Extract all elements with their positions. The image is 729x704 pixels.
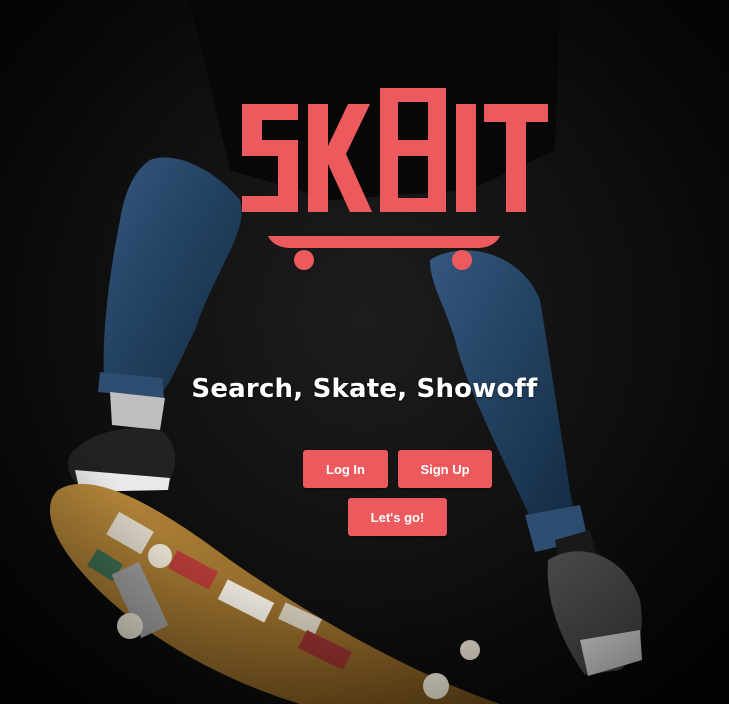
- skateboard-icon: [268, 236, 500, 270]
- hero-section: Search, Skate, Showoff Log In Sign Up Le…: [0, 0, 729, 704]
- signup-button[interactable]: Sign Up: [398, 450, 492, 488]
- login-button[interactable]: Log In: [303, 450, 388, 488]
- brand-logo[interactable]: [236, 88, 556, 288]
- lets-go-button[interactable]: Let's go!: [348, 498, 447, 536]
- hero-tagline: Search, Skate, Showoff: [191, 374, 538, 404]
- logo-wordmark: [242, 88, 548, 212]
